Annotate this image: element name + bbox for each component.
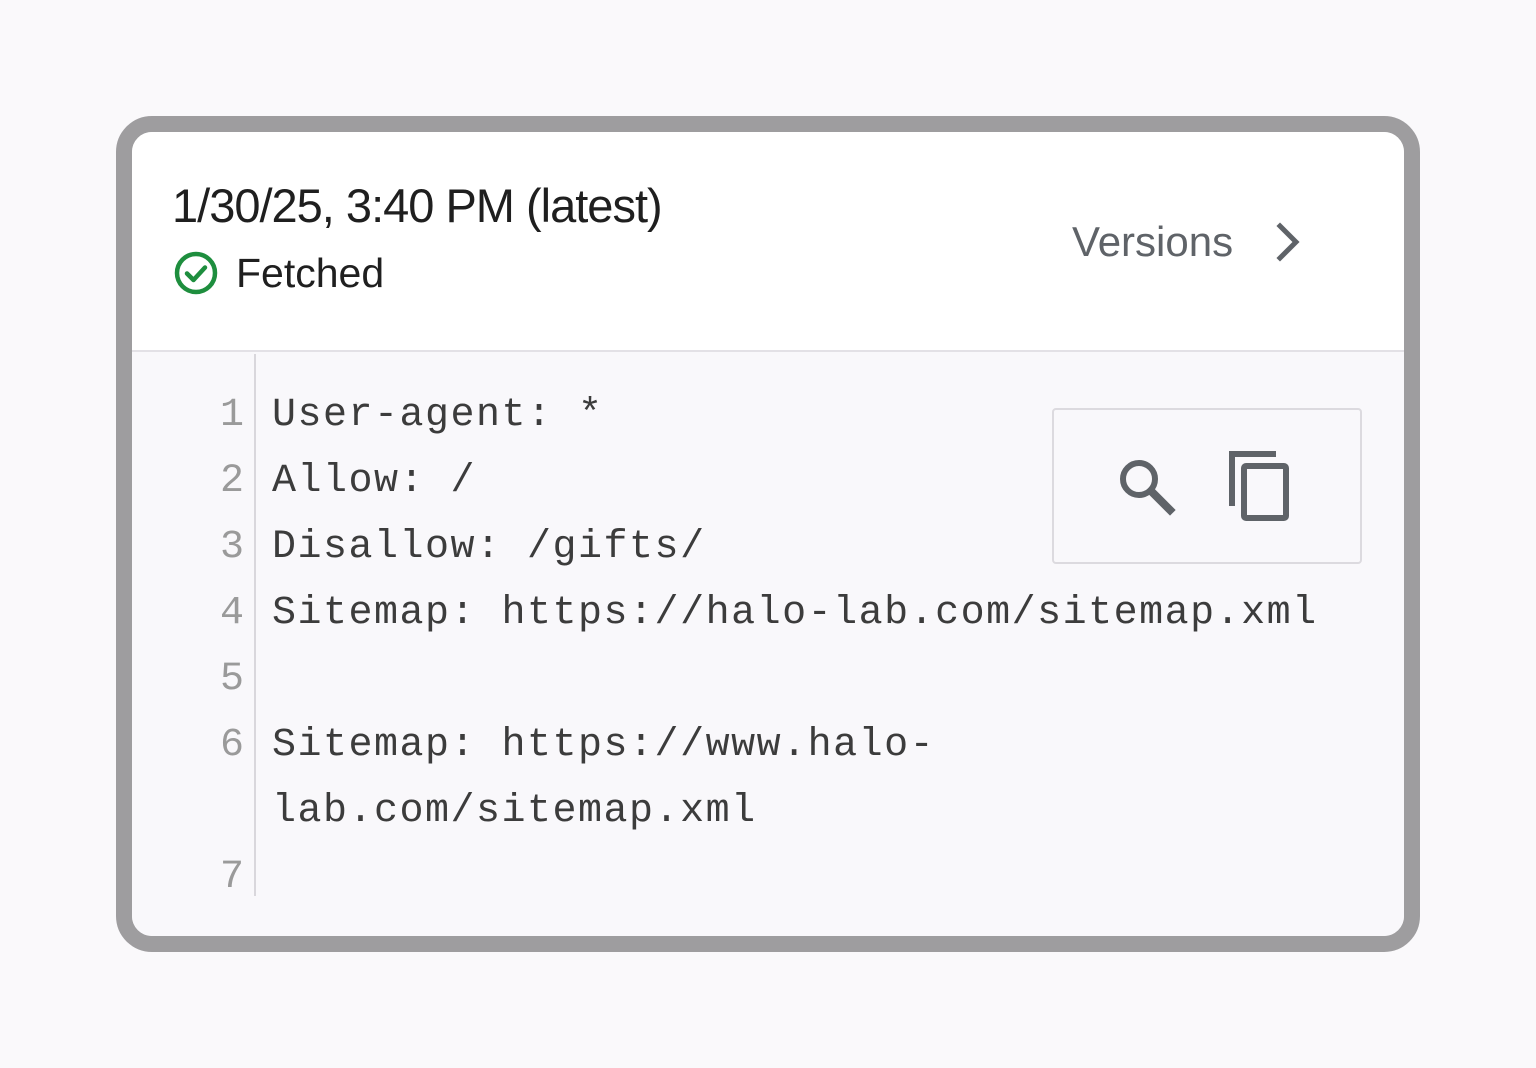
line-number: 1 bbox=[219, 393, 244, 438]
code-line: Disallow: /gifts/ bbox=[272, 525, 706, 570]
search-icon bbox=[1120, 460, 1176, 516]
code-line: Sitemap: https://www.halo- bbox=[272, 723, 936, 768]
code-line: User-agent: * bbox=[272, 393, 604, 438]
robots-txt-code-viewer: 1 User-agent: * 2 Allow: / 3 Disallow: /… bbox=[132, 352, 1404, 936]
line-number: 2 bbox=[219, 459, 244, 504]
line-number: 5 bbox=[219, 657, 244, 702]
copy-icon bbox=[1229, 451, 1289, 521]
code-line: Allow: / bbox=[272, 459, 477, 504]
code-line-wrapped: lab.com/sitemap.xml bbox=[272, 789, 757, 834]
status-label: Fetched bbox=[236, 249, 385, 296]
copy-button[interactable] bbox=[1220, 446, 1300, 526]
search-button[interactable] bbox=[1106, 446, 1186, 526]
versions-label: Versions bbox=[1072, 218, 1234, 265]
code-line: Sitemap: https://halo-lab.com/sitemap.xm… bbox=[272, 591, 1318, 636]
line-number: 4 bbox=[219, 591, 244, 636]
robots-txt-card: 1/30/25, 3:40 PM (latest) Fetched Versio… bbox=[116, 116, 1420, 952]
card-header: 1/30/25, 3:40 PM (latest) Fetched Versio… bbox=[132, 132, 1404, 352]
chevron-right-icon bbox=[1276, 222, 1300, 262]
fetch-timestamp: 1/30/25, 3:40 PM (latest) bbox=[172, 179, 663, 232]
fetch-status: Fetched bbox=[172, 248, 384, 298]
line-number: 3 bbox=[219, 525, 244, 570]
line-number-gutter-divider bbox=[254, 354, 256, 896]
line-number: 7 bbox=[219, 855, 244, 900]
line-number: 6 bbox=[219, 723, 244, 768]
check-circle-icon bbox=[174, 251, 218, 295]
code-toolbox bbox=[1052, 408, 1362, 564]
versions-button[interactable]: Versions bbox=[1072, 212, 1307, 272]
